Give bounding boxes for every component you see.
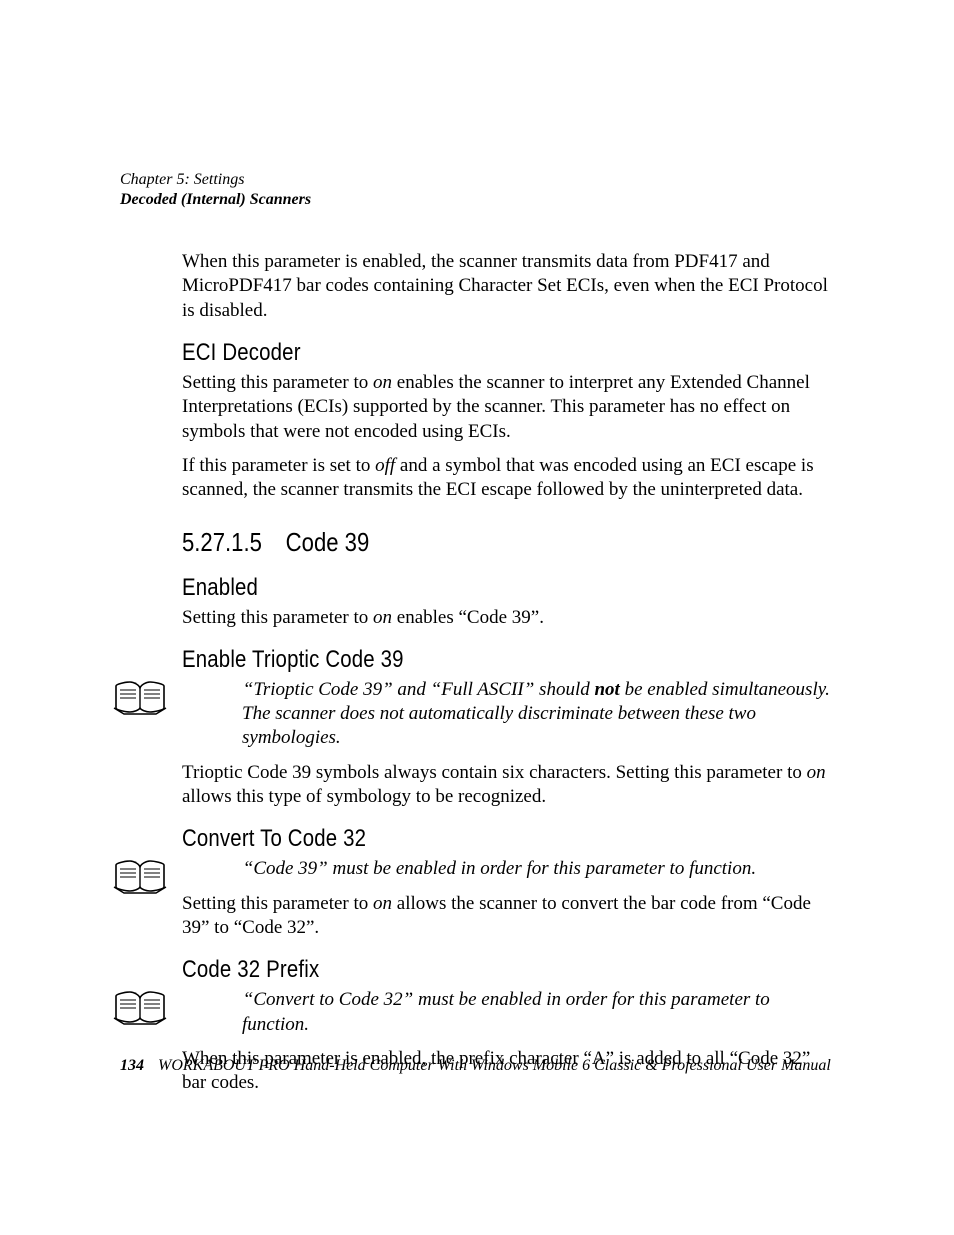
eci-paragraph-1: Setting this parameter to on enables the… bbox=[182, 371, 834, 444]
section-number: 5.27.1.5 bbox=[182, 527, 262, 558]
keyword-on: on bbox=[373, 607, 392, 628]
keyword-on: on bbox=[807, 762, 826, 783]
note-prefix32: Note: “Convert to Code 32” must be enabl… bbox=[182, 988, 834, 1037]
heading-eci-decoder: ECI Decoder bbox=[182, 339, 736, 367]
page-footer: 134 WORKABOUT PRO Hand-Held Computer With… bbox=[120, 1057, 834, 1075]
subject-label: Decoded (Internal) Scanners bbox=[120, 190, 834, 210]
main-content: When this parameter is enabled, the scan… bbox=[182, 250, 834, 1096]
heading-code32-prefix: Code 32 Prefix bbox=[182, 956, 736, 984]
note-label: Note: bbox=[182, 857, 238, 881]
keyword-on: on bbox=[373, 893, 392, 914]
note-convert32: Note: “Code 39” must be enabled in order… bbox=[182, 857, 834, 881]
keyword-off: off bbox=[375, 455, 395, 476]
eci-paragraph-2: If this parameter is set to off and a sy… bbox=[182, 454, 834, 503]
running-header: Chapter 5: Settings Decoded (Internal) S… bbox=[120, 170, 834, 210]
document-page: Chapter 5: Settings Decoded (Internal) S… bbox=[0, 0, 954, 1235]
note-prefix32-text: Note: “Convert to Code 32” must be enabl… bbox=[182, 988, 834, 1037]
chapter-label: Chapter 5: Settings bbox=[120, 170, 834, 190]
heading-enabled: Enabled bbox=[182, 574, 736, 602]
trioptic-paragraph: Trioptic Code 39 symbols always contain … bbox=[182, 761, 834, 810]
enabled-paragraph: Setting this parameter to on enables “Co… bbox=[182, 606, 834, 630]
book-icon bbox=[112, 680, 168, 716]
page-number: 134 bbox=[120, 1057, 144, 1074]
book-icon bbox=[112, 990, 168, 1026]
heading-convert-code32: Convert To Code 32 bbox=[182, 825, 736, 853]
note-label: Note: bbox=[182, 678, 238, 702]
keyword-not: not bbox=[594, 679, 619, 700]
book-icon bbox=[112, 859, 168, 895]
note-trioptic-text: Note: “Trioptic Code 39” and “Full ASCII… bbox=[182, 678, 834, 751]
note-trioptic: Note: “Trioptic Code 39” and “Full ASCII… bbox=[182, 678, 834, 751]
note-convert32-text: Note: “Code 39” must be enabled in order… bbox=[182, 857, 834, 881]
footer-text: WORKABOUT PRO Hand-Held Computer With Wi… bbox=[158, 1057, 831, 1074]
heading-trioptic: Enable Trioptic Code 39 bbox=[182, 646, 736, 674]
section-heading-code39: 5.27.1.5 Code 39 bbox=[182, 527, 736, 558]
section-title: Code 39 bbox=[286, 527, 370, 557]
note-label: Note: bbox=[182, 988, 238, 1012]
convert32-paragraph: Setting this parameter to on allows the … bbox=[182, 892, 834, 941]
keyword-on: on bbox=[373, 372, 392, 393]
intro-paragraph: When this parameter is enabled, the scan… bbox=[182, 250, 834, 323]
